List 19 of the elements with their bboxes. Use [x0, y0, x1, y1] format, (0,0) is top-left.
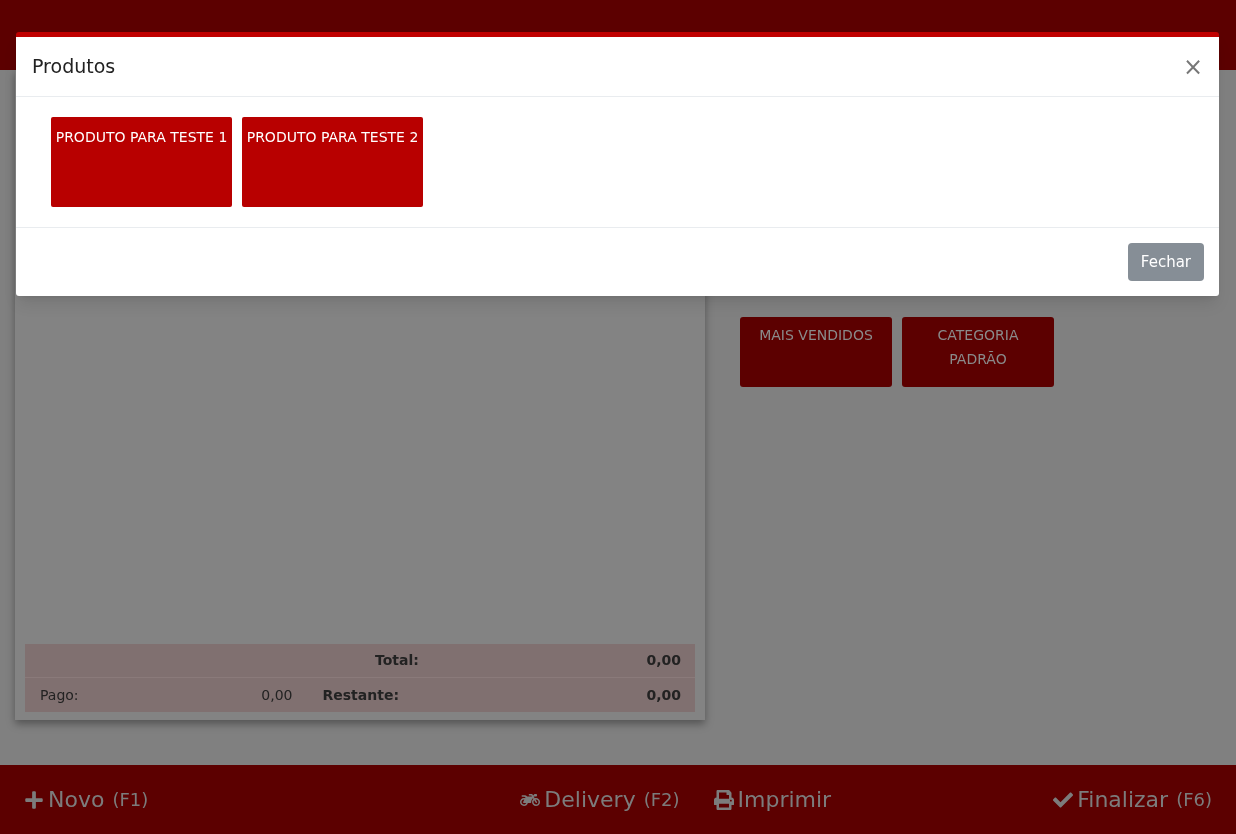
plus-icon: [24, 789, 44, 810]
footer-button[interactable]: Imprimir: [713, 783, 832, 816]
remaining-value: 0,00: [646, 685, 681, 705]
close-dialog-button[interactable]: Fechar: [1127, 243, 1204, 281]
footer-button[interactable]: Finalizar (F6): [1053, 783, 1212, 816]
category-button[interactable]: CATEGORIA PADRÃO: [902, 317, 1054, 387]
dialog-title: Produtos: [32, 54, 116, 80]
total-value: 0,00: [646, 651, 681, 670]
paid-value: 0,00: [260, 685, 293, 705]
footer-button[interactable]: Delivery (F2): [520, 783, 680, 816]
total-label: Total:: [375, 651, 419, 670]
category-button[interactable]: MAIS VENDIDOS: [740, 317, 892, 387]
product-button[interactable]: PRODUTO PARA TESTE 1: [51, 117, 232, 207]
remaining-label: Restante:: [322, 685, 400, 705]
printer-icon: [713, 789, 734, 810]
close-button[interactable]: ×: [1182, 54, 1203, 79]
paid-label: Pago:: [40, 685, 79, 705]
footer-button[interactable]: Novo (F1): [24, 783, 149, 816]
product-button[interactable]: PRODUTO PARA TESTE 2: [242, 117, 423, 207]
